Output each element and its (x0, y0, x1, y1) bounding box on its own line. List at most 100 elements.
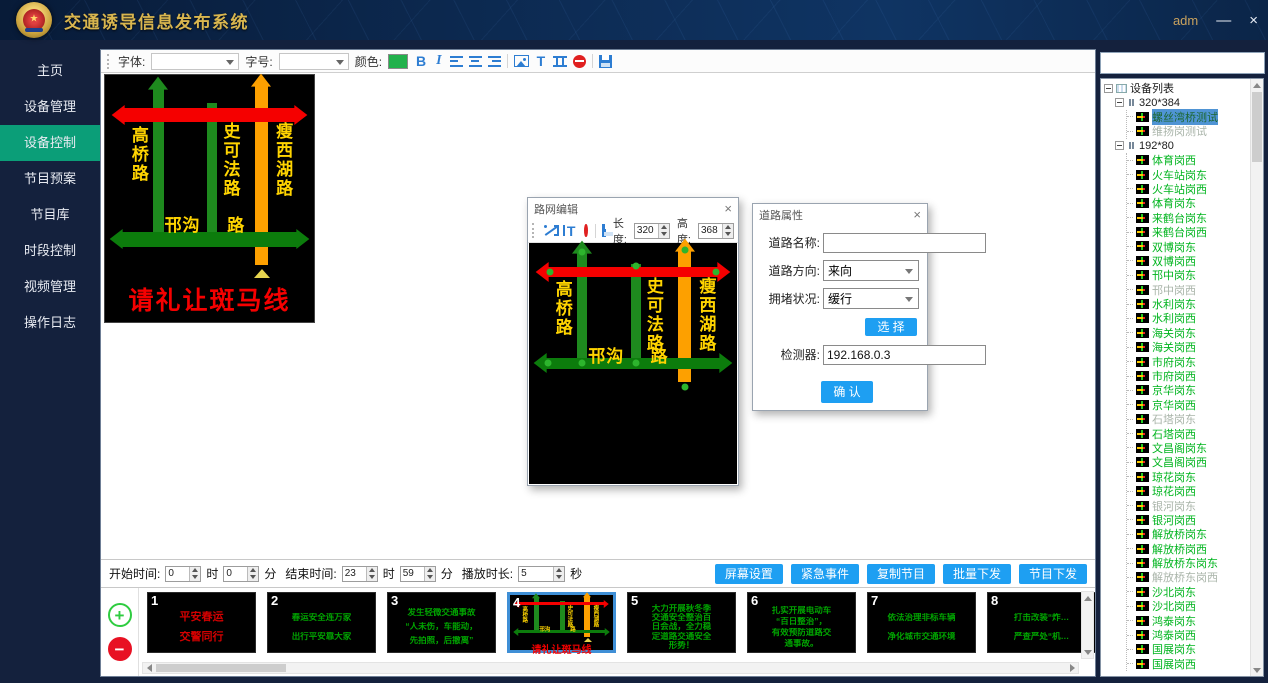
italic-button[interactable]: I (434, 53, 443, 69)
device-item[interactable]: 火车站岗西 (1127, 182, 1263, 196)
device-item[interactable]: 火车站岗东 (1127, 167, 1263, 181)
end-hour-value[interactable]: 23 (343, 567, 366, 581)
delete-icon[interactable] (573, 55, 586, 68)
start-minute-value[interactable]: 0 (224, 567, 247, 581)
program-thumbnail[interactable]: 1 平安春运 交警同行 高桥路 史可法路 瘦西湖路 邗沟 路 请礼让斑马线 (147, 592, 256, 653)
draw-line-icon[interactable] (543, 225, 547, 237)
device-item[interactable]: 市府岗西 (1127, 369, 1263, 383)
tree-root-row[interactable]: 设备列表 (1104, 81, 1263, 95)
text-tool-icon[interactable]: T (535, 53, 548, 69)
device-item[interactable]: 鸿泰岗东 (1127, 613, 1263, 627)
edit-workspace[interactable]: 高桥路 史可法路 瘦西湖路 邗沟 路 请礼让斑马线 路网编辑 × (101, 73, 1095, 559)
end-minute-stepper[interactable]: 59 (400, 566, 436, 582)
device-item[interactable]: 体育岗东 (1127, 196, 1263, 210)
action-button[interactable]: 批量下发 (943, 564, 1011, 584)
end-hour-stepper[interactable]: 23 (342, 566, 378, 582)
device-item[interactable]: 双博岗东 (1127, 239, 1263, 253)
scrollbar-thumb[interactable] (1252, 92, 1262, 162)
road-network-icon[interactable] (553, 56, 567, 67)
step-down-icon[interactable] (554, 574, 564, 581)
device-item[interactable]: 文昌阁岗东 (1127, 441, 1263, 455)
device-item[interactable]: 银河岗东 (1127, 498, 1263, 512)
toolbar-grip[interactable] (532, 223, 534, 238)
align-right-icon[interactable] (488, 56, 501, 67)
action-button[interactable]: 屏幕设置 (715, 564, 783, 584)
step-up-icon[interactable] (425, 567, 435, 574)
align-left-icon[interactable] (450, 56, 463, 67)
control-point-dot[interactable] (632, 263, 639, 270)
control-point-dot[interactable] (579, 249, 586, 256)
device-item[interactable]: 维扬岗测试 (1127, 124, 1263, 138)
toolbar-grip[interactable] (107, 54, 110, 69)
collapse-icon[interactable] (1104, 84, 1113, 93)
tree-scrollbar[interactable] (1250, 79, 1263, 676)
device-item[interactable]: 邗中岗东 (1127, 268, 1263, 282)
program-thumbnail[interactable]: 8 打击改装“炸… 严查严处“机… 高桥路 史可法路 瘦西湖路 邗沟 路 请礼让… (987, 592, 1095, 653)
scroll-up-icon[interactable] (1082, 592, 1093, 604)
step-up-icon[interactable] (190, 567, 200, 574)
device-item[interactable]: 体育岗西 (1127, 153, 1263, 167)
color-swatch[interactable] (388, 54, 408, 69)
device-item[interactable]: 琼花岗西 (1127, 484, 1263, 498)
device-item[interactable]: 石塔岗东 (1127, 412, 1263, 426)
control-point-dot[interactable] (544, 360, 551, 367)
program-thumbnail[interactable]: 5 大力开展秋冬季 交通安全整治百 日会战，全力稳 定道路交通安全 形势！ 高桥… (627, 592, 736, 653)
device-item[interactable]: 沙北岗东 (1127, 585, 1263, 599)
step-down-icon[interactable] (190, 574, 200, 581)
control-point-dot[interactable] (632, 360, 639, 367)
device-item[interactable]: 石塔岗西 (1127, 426, 1263, 440)
program-thumbnail[interactable]: 6 扎实开展电动车 “百日整治”， 有效预防道路交 通事故。 高桥路 史可法路 … (747, 592, 856, 653)
device-item[interactable]: 市府岗东 (1127, 354, 1263, 368)
length-stepper[interactable]: 320 (634, 223, 670, 239)
control-point-dot[interactable] (681, 383, 688, 390)
start-hour-value[interactable]: 0 (166, 567, 189, 581)
device-item[interactable]: 水利岗西 (1127, 311, 1263, 325)
device-item[interactable]: 沙北岗西 (1127, 599, 1263, 613)
sidebar-item[interactable]: 时段控制 (0, 233, 100, 269)
align-center-icon[interactable] (469, 56, 482, 67)
scroll-right-icon[interactable] (1066, 663, 1078, 673)
road-bar-middle[interactable] (631, 264, 641, 364)
device-item[interactable]: 水利岗东 (1127, 297, 1263, 311)
text-tool-icon[interactable]: T (565, 223, 578, 239)
device-item[interactable]: 解放桥岗西 (1127, 542, 1263, 556)
control-point-dot[interactable] (681, 247, 688, 254)
device-item[interactable]: 双博岗西 (1127, 254, 1263, 268)
device-item[interactable]: 文昌阁岗西 (1127, 455, 1263, 469)
sidebar-item[interactable]: 设备管理 (0, 89, 100, 125)
step-down-icon[interactable] (659, 231, 669, 238)
step-down-icon[interactable] (425, 574, 435, 581)
scroll-left-icon[interactable] (143, 663, 155, 673)
step-down-icon[interactable] (367, 574, 377, 581)
height-value[interactable]: 368 (699, 224, 722, 238)
sidebar-item[interactable]: 主页 (0, 53, 100, 89)
device-item[interactable]: 螺丝湾桥测试 (1127, 110, 1263, 124)
road-name-input[interactable] (823, 233, 986, 253)
sidebar-item[interactable]: 操作日志 (0, 305, 100, 341)
device-item[interactable]: 解放桥东岗西 (1127, 570, 1263, 584)
device-item[interactable]: 解放桥东岗东 (1127, 556, 1263, 570)
save-icon[interactable] (599, 55, 612, 68)
road-editor-canvas[interactable]: 高桥路 史可法路 瘦西湖路 邗沟 路 请礼让斑马线 (529, 243, 737, 484)
device-item[interactable]: 鸿泰岗西 (1127, 628, 1263, 642)
device-item[interactable]: 京华岗西 (1127, 398, 1263, 412)
action-button[interactable]: 节目下发 (1019, 564, 1087, 584)
road-editor-titlebar[interactable]: 路网编辑 × (528, 198, 738, 219)
scrollbar-thumb[interactable] (156, 664, 286, 672)
insert-image-icon[interactable] (514, 55, 529, 67)
collapse-icon[interactable] (1115, 98, 1124, 107)
sidebar-item[interactable]: 节目库 (0, 197, 100, 233)
program-thumbnail[interactable]: 4 高桥路 史可法路 瘦西湖路 邗沟 路 请礼让斑马线 (507, 592, 616, 653)
select-detector-button[interactable]: 选 择 (865, 318, 917, 336)
road-properties-titlebar[interactable]: 道路属性 × (753, 204, 927, 225)
close-button[interactable]: × (1249, 13, 1258, 28)
remove-program-button[interactable]: − (108, 637, 132, 661)
duration-stepper[interactable]: 5 (518, 566, 565, 582)
device-item[interactable]: 京华岗东 (1127, 383, 1263, 397)
device-item[interactable]: 国展岗东 (1127, 642, 1263, 656)
step-down-icon[interactable] (723, 231, 733, 238)
scroll-up-icon[interactable] (1251, 79, 1263, 91)
device-item[interactable]: 海关岗东 (1127, 326, 1263, 340)
step-up-icon[interactable] (723, 224, 733, 231)
confirm-button[interactable]: 确 认 (821, 381, 873, 403)
